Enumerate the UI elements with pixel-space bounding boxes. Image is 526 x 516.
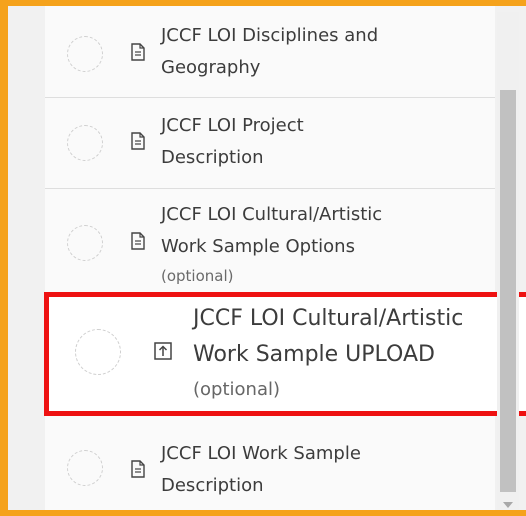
step-status-circle [67,125,103,161]
step-item-disciplines-geography[interactable]: JCCF LOI Disciplines and Geography [45,6,495,98]
step-label: JCCF LOI Cultural/Artistic Work Sample U… [193,306,464,367]
step-item-work-sample-upload[interactable]: JCCF LOI Cultural/Artistic Work Sample U… [44,292,526,416]
step-status-circle [67,36,103,72]
optional-tag: (optional) [193,379,280,400]
step-label: JCCF LOI Disciplines and Geography [161,25,379,78]
step-item-work-sample-description[interactable]: JCCF LOI Work Sample Description [45,416,495,510]
step-item-work-sample-options[interactable]: JCCF LOI Cultural/Artistic Work Sample O… [45,189,495,297]
document-icon [131,232,145,250]
document-icon [131,43,145,61]
step-status-circle [75,329,121,375]
optional-tag: (optional) [161,267,234,285]
vertical-scrollbar[interactable] [497,12,519,510]
scroll-down-arrow-icon[interactable] [503,502,513,508]
step-status-circle [67,225,103,261]
step-label: JCCF LOI Work Sample Description [161,443,361,496]
document-icon [131,132,145,150]
step-label: JCCF LOI Project Description [161,115,304,168]
step-label: JCCF LOI Cultural/Artistic Work Sample O… [161,204,383,257]
scrollbar-thumb[interactable] [500,90,516,492]
highlight-frame: JCCF LOI Disciplines and Geography JCCF … [0,0,526,516]
step-list: JCCF LOI Disciplines and Geography JCCF … [44,6,526,510]
step-status-circle [67,450,103,486]
step-item-project-description[interactable]: JCCF LOI Project Description [45,98,495,189]
document-icon [131,460,145,478]
upload-icon [154,342,172,360]
